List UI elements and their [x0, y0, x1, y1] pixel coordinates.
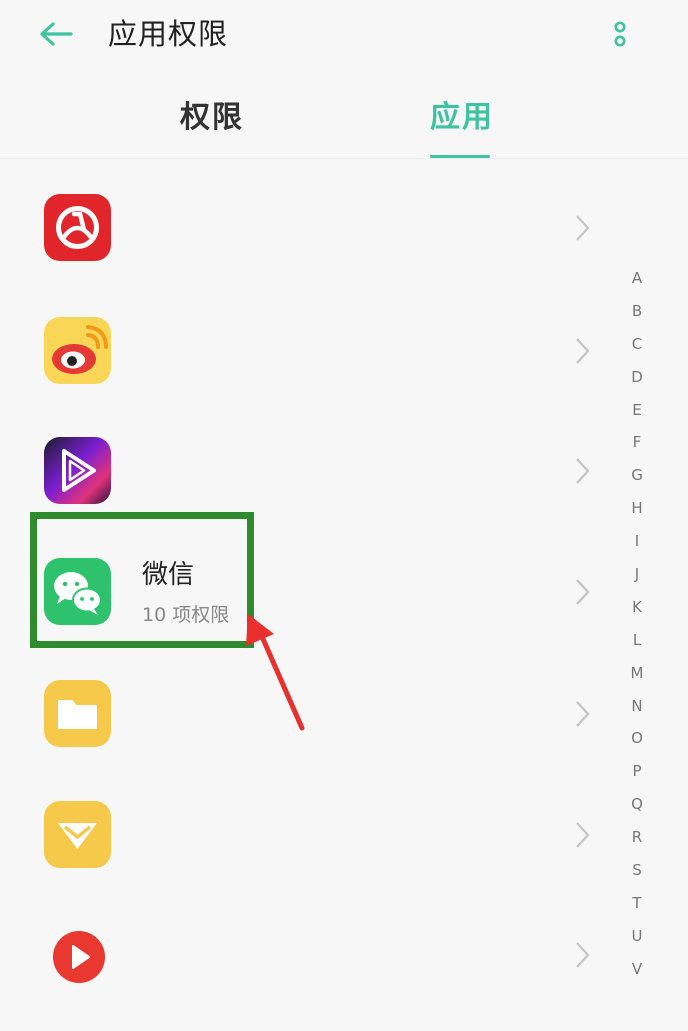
chevron-right-icon	[576, 215, 590, 241]
alphabet-letter-i[interactable]: I	[622, 525, 652, 558]
alphabet-letter-m[interactable]: M	[622, 657, 652, 690]
page-title: 应用权限	[108, 17, 229, 51]
chevron-right-icon	[576, 458, 590, 484]
alphabet-index[interactable]: ABCDEFGHIJKLMNOPQRSTUV	[622, 262, 652, 986]
weibo-icon	[44, 317, 111, 384]
alphabet-letter-l[interactable]: L	[622, 624, 652, 657]
more-options-button[interactable]	[604, 16, 636, 52]
list-item[interactable]	[0, 921, 610, 1031]
red-app-icon	[44, 194, 111, 261]
alphabet-letter-n[interactable]: N	[622, 690, 652, 723]
chevron-right-icon	[576, 942, 590, 968]
yellow-diamond-app-icon	[44, 801, 111, 868]
more-options-icon	[614, 21, 626, 47]
alphabet-letter-a[interactable]: A	[622, 262, 652, 295]
alphabet-letter-c[interactable]: C	[622, 328, 652, 361]
alphabet-letter-o[interactable]: O	[622, 722, 652, 755]
alphabet-letter-q[interactable]: Q	[622, 788, 652, 821]
tab-apps[interactable]: 应用	[430, 96, 494, 140]
alphabet-letter-v[interactable]: V	[622, 953, 652, 986]
alphabet-letter-s[interactable]: S	[622, 854, 652, 887]
tab-permissions[interactable]: 权限	[180, 96, 244, 140]
app-bar: 应用权限	[0, 0, 688, 72]
chevron-right-icon	[576, 701, 590, 727]
back-arrow-icon	[40, 22, 73, 46]
chevron-right-icon	[576, 338, 590, 364]
chevron-right-icon	[576, 579, 590, 605]
alphabet-letter-j[interactable]: J	[622, 558, 652, 591]
list-item[interactable]	[0, 194, 610, 304]
annotation-arrow-icon	[246, 614, 305, 731]
alphabet-letter-b[interactable]: B	[622, 295, 652, 328]
video-play-app-icon	[44, 437, 111, 504]
chevron-right-icon	[576, 822, 590, 848]
alphabet-letter-d[interactable]: D	[622, 361, 652, 394]
alphabet-letter-e[interactable]: E	[622, 394, 652, 427]
annotation-highlight-box	[30, 512, 254, 648]
alphabet-letter-u[interactable]: U	[622, 920, 652, 953]
alphabet-letter-t[interactable]: T	[622, 887, 652, 920]
alphabet-letter-f[interactable]: F	[622, 426, 652, 459]
list-item[interactable]	[0, 317, 610, 427]
alphabet-letter-k[interactable]: K	[622, 591, 652, 624]
alphabet-letter-p[interactable]: P	[622, 755, 652, 788]
alphabet-letter-h[interactable]: H	[622, 492, 652, 525]
list-item[interactable]	[0, 801, 610, 911]
alphabet-letter-r[interactable]: R	[622, 821, 652, 854]
tab-bar: 权限 应用	[0, 88, 688, 159]
alphabet-letter-g[interactable]: G	[622, 459, 652, 492]
active-tab-indicator	[430, 155, 490, 158]
back-button[interactable]	[36, 14, 76, 54]
file-manager-icon	[44, 680, 111, 747]
red-play-app-icon	[44, 921, 111, 988]
